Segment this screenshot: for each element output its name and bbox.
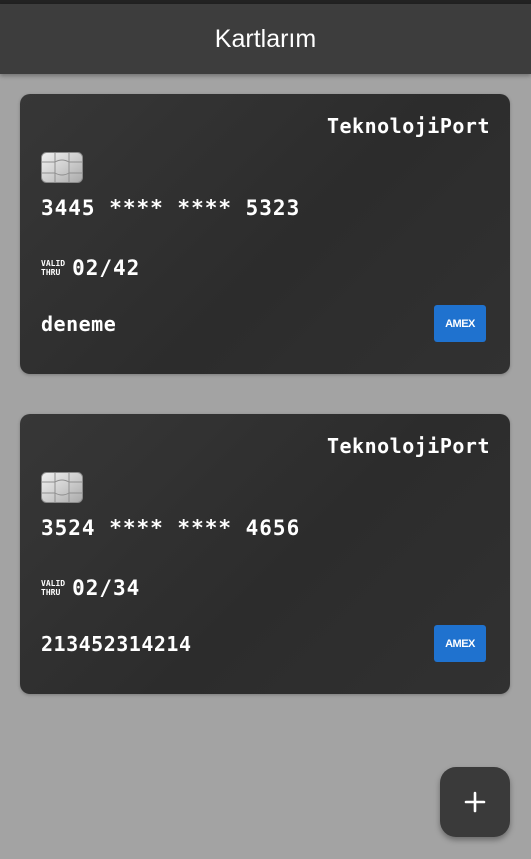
app-bar: Kartlarım <box>0 4 531 74</box>
valid-label-top: VALID <box>41 259 66 268</box>
plus-icon <box>464 791 486 813</box>
card-holder-name: 213452314214 <box>41 632 192 656</box>
add-card-button[interactable] <box>440 767 510 837</box>
expiry-date: 02/42 <box>72 256 141 280</box>
valid-label-bottom: THRU <box>41 588 61 597</box>
card-bank-name: TeknolojiPort <box>326 434 490 458</box>
valid-thru-label: VALID THRU <box>41 259 65 277</box>
credit-card[interactable]: TeknolojiPort 3524 **** **** 4656 VALID … <box>20 414 510 694</box>
valid-label-top: VALID <box>41 579 66 588</box>
card-bank-name: TeknolojiPort <box>326 114 490 138</box>
card-number: 3524 **** **** 4656 <box>41 516 301 540</box>
chip-icon <box>41 152 83 183</box>
valid-label-bottom: THRU <box>41 268 61 277</box>
card-number: 3445 **** **** 5323 <box>41 196 301 220</box>
chip-icon <box>41 472 83 503</box>
valid-thru-label: VALID THRU <box>41 579 65 597</box>
card-expiry: VALID THRU 02/34 <box>41 576 140 600</box>
page-title: Kartlarım <box>214 24 317 53</box>
credit-card[interactable]: TeknolojiPort 3445 **** **** 5323 VALID … <box>20 94 510 374</box>
amex-logo-icon: AMEX <box>434 305 486 342</box>
expiry-date: 02/34 <box>72 576 141 600</box>
card-expiry: VALID THRU 02/42 <box>41 256 140 280</box>
amex-logo-icon: AMEX <box>434 625 486 662</box>
card-holder-name: deneme <box>41 312 117 336</box>
